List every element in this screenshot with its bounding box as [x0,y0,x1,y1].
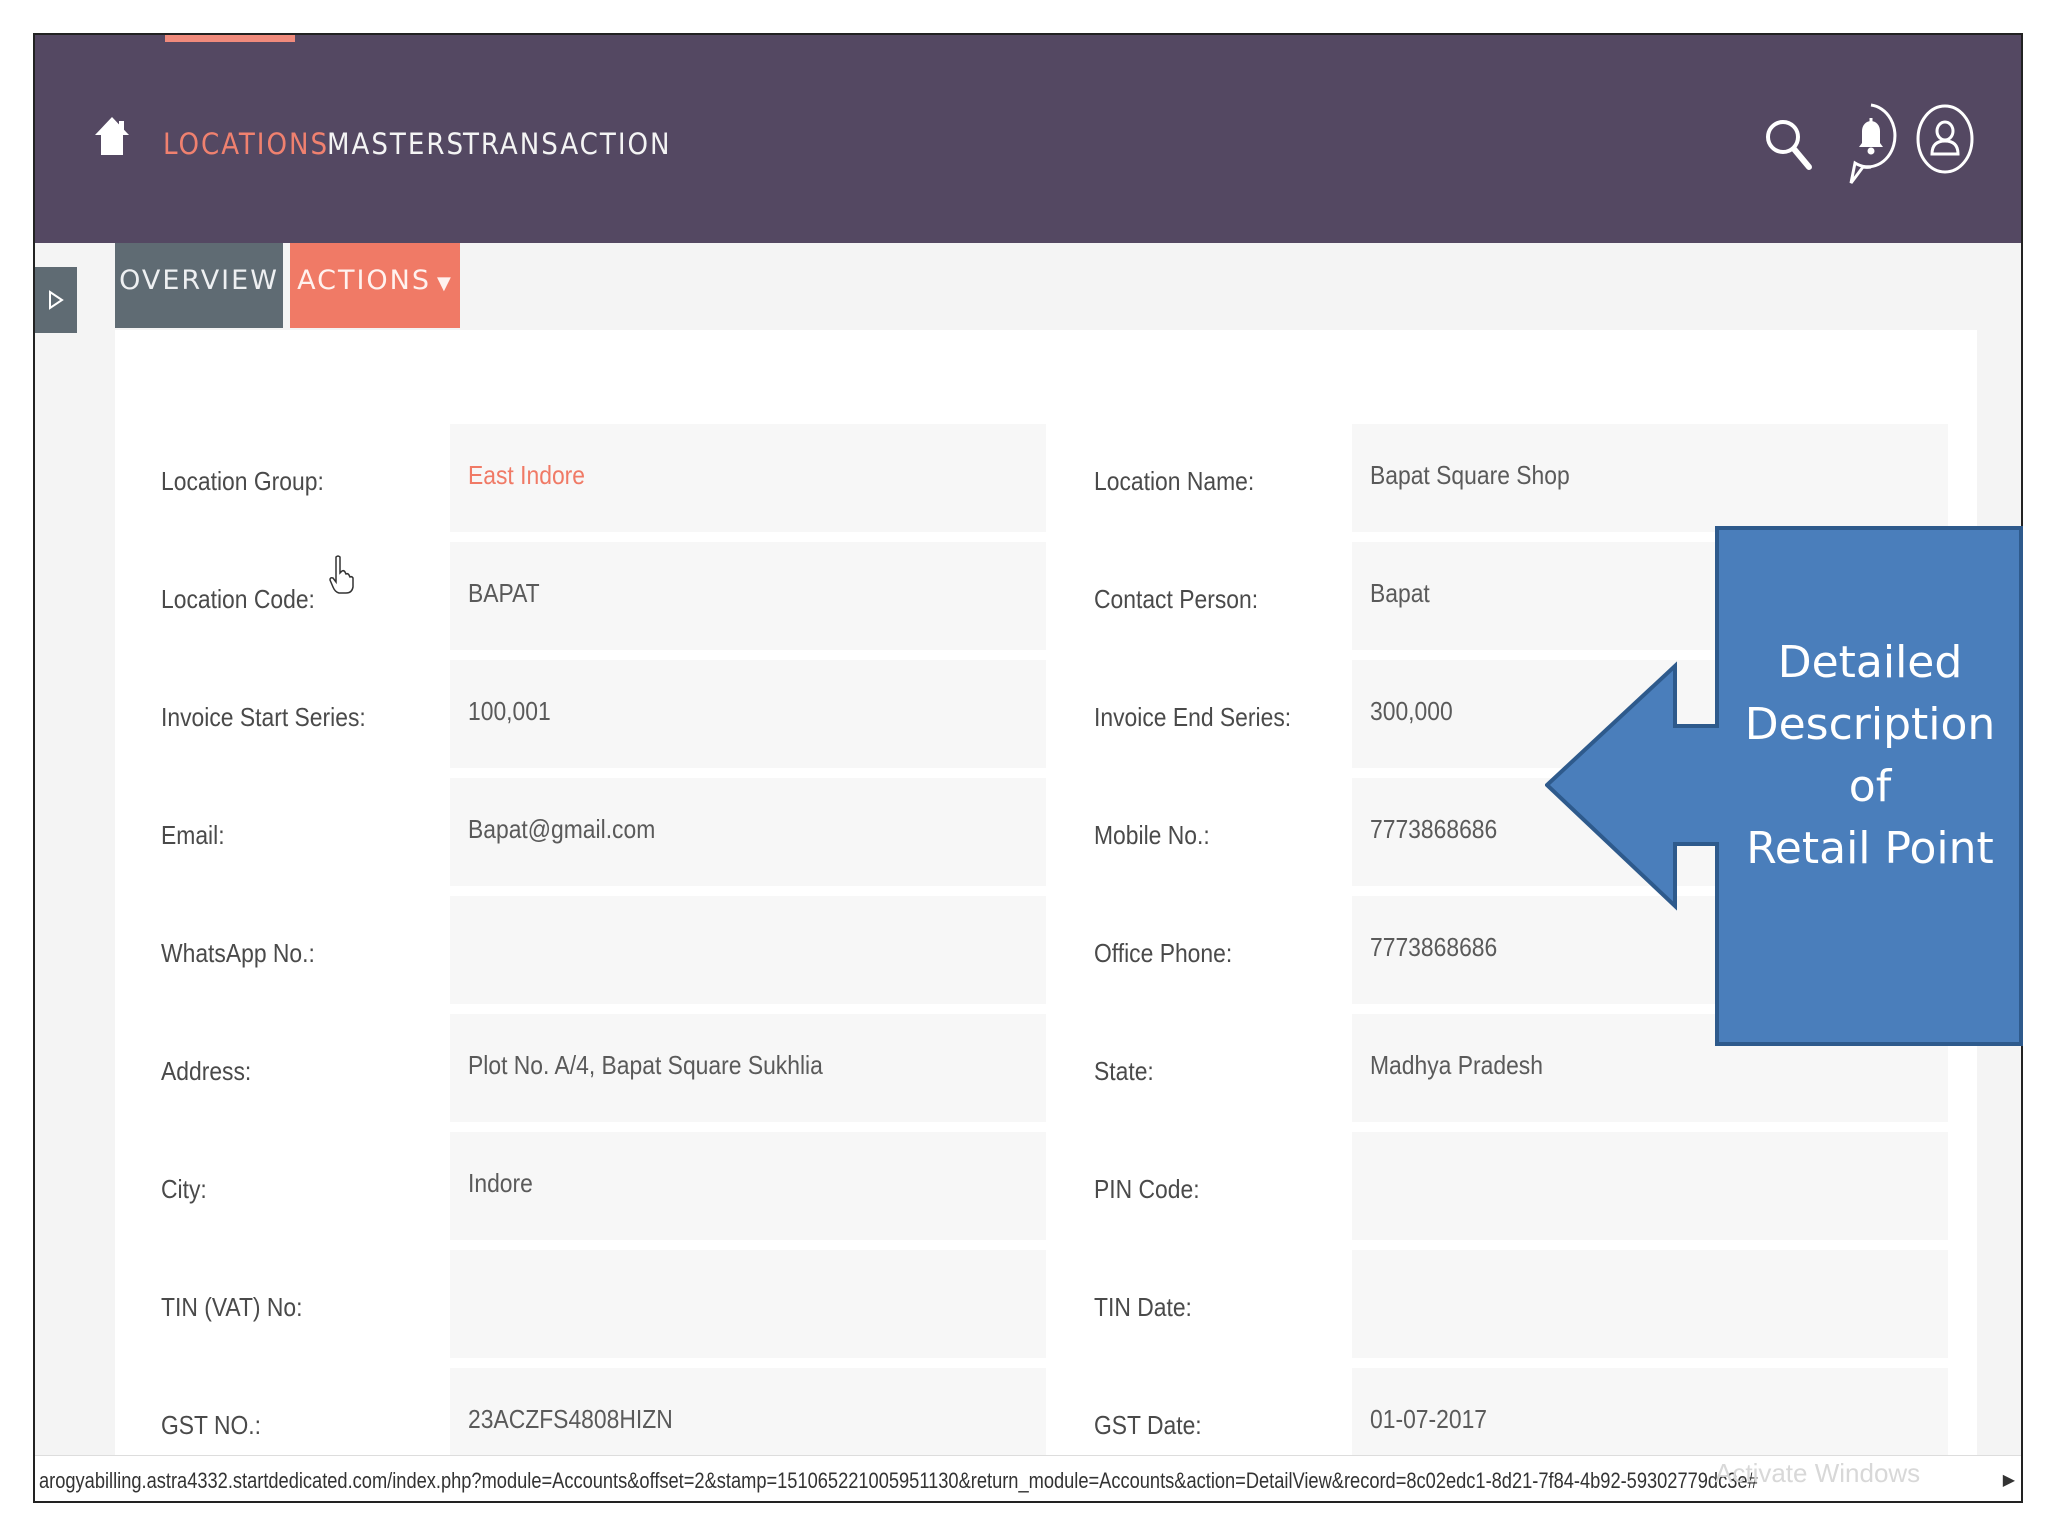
field-value: 300,000 [1370,696,1453,726]
field-label: City: [161,1174,207,1204]
field-value: Indore [468,1168,533,1198]
field-value-box [1352,1132,1948,1240]
field-value: Madhya Pradesh [1370,1050,1543,1080]
activate-windows-watermark: Activate Windows [1715,1458,1921,1488]
field-value-box [1352,1250,1948,1358]
field-label: Location Name: [1094,466,1255,496]
nav-item-masters[interactable]: MASTERS [327,127,465,161]
detail-row: TIN (VAT) No: TIN Date: [115,1250,1977,1368]
detail-row: Location Group: East Indore Location Nam… [115,424,1977,542]
field-label: Office Phone: [1094,938,1233,968]
field-label: Contact Person: [1094,584,1259,614]
field-value: 7773868686 [1370,932,1498,962]
field-value-box: East Indore [450,424,1046,532]
field-label: TIN (VAT) No: [161,1292,303,1322]
location-group-link[interactable]: East Indore [468,460,585,491]
field-label: TIN Date: [1094,1292,1192,1322]
field-value: Bapat Square Shop [1370,460,1570,490]
field-value-box: Indore [450,1132,1046,1240]
search-icon[interactable] [1763,117,1815,173]
nav-item-transaction[interactable]: TRANSACTION [463,127,672,161]
field-label: Mobile No.: [1094,820,1210,850]
field-value: Bapat [1370,578,1430,608]
field-label: WhatsApp No.: [161,938,315,968]
scroll-right-arrow-icon[interactable]: ▶ [2003,1470,2015,1490]
tab-actions-dropdown[interactable]: ACTIONS ▼ [290,243,460,328]
top-navigation-bar: LOCATIONS MASTERS TRANSACTION [35,35,2021,243]
hand-cursor-icon [329,555,354,594]
active-nav-indicator [165,35,295,42]
field-value: 7773868686 [1370,814,1498,844]
tab-overview[interactable]: OVERVIEW [115,243,283,328]
field-value-box: Bapat Square Shop [1352,424,1948,532]
tab-overview-label: OVERVIEW [119,265,279,296]
tab-actions-label: ACTIONS [297,265,432,296]
field-label: Invoice Start Series: [161,702,366,732]
field-label: Address: [161,1056,252,1086]
field-value: 100,001 [468,696,551,726]
field-value-box [450,896,1046,1004]
field-value-box: BAPAT [450,542,1046,650]
callout-line: of [1848,761,1892,812]
field-label: Location Group: [161,466,324,496]
field-label: GST NO.: [161,1410,262,1440]
nav-item-locations[interactable]: LOCATIONS [163,127,329,161]
field-value-box [450,1250,1046,1358]
field-value-box: 100,001 [450,660,1046,768]
field-label: Email: [161,820,225,850]
user-profile-icon[interactable] [1915,101,1975,187]
field-label: GST Date: [1094,1410,1202,1440]
notification-bell-icon[interactable] [1841,101,1901,187]
detail-row: City: Indore PIN Code: [115,1132,1977,1250]
caret-down-icon: ▼ [437,273,453,294]
email-value[interactable]: Bapat@gmail.com [468,814,655,845]
field-label: Location Code: [161,584,315,614]
field-value: 01-07-2017 [1370,1404,1488,1434]
field-label: PIN Code: [1094,1174,1200,1204]
callout-line: Description [1744,699,1996,750]
field-value: 23ACZFS4808HIZN [468,1404,673,1434]
field-label: Invoice End Series: [1094,702,1292,732]
field-value: BAPAT [468,578,540,608]
callout-line: Detailed [1777,637,1963,688]
callout-text: Detailed Description of Retail Point [1722,632,2018,880]
field-value: Plot No. A/4, Bapat Square Sukhlia [468,1050,823,1080]
sidebar-toggle-button[interactable] [35,267,77,333]
status-url-text: arogyabilling.astra4332.startdedicated.c… [39,1468,1758,1493]
field-label: State: [1094,1056,1154,1086]
home-icon[interactable] [93,115,131,157]
field-value-box: Bapat@gmail.com [450,778,1046,886]
callout-line: Retail Point [1746,823,1994,874]
browser-status-bar: arogyabilling.astra4332.startdedicated.c… [35,1455,2021,1501]
field-value-box: Plot No. A/4, Bapat Square Sukhlia [450,1014,1046,1122]
expand-arrow-icon [49,290,64,310]
